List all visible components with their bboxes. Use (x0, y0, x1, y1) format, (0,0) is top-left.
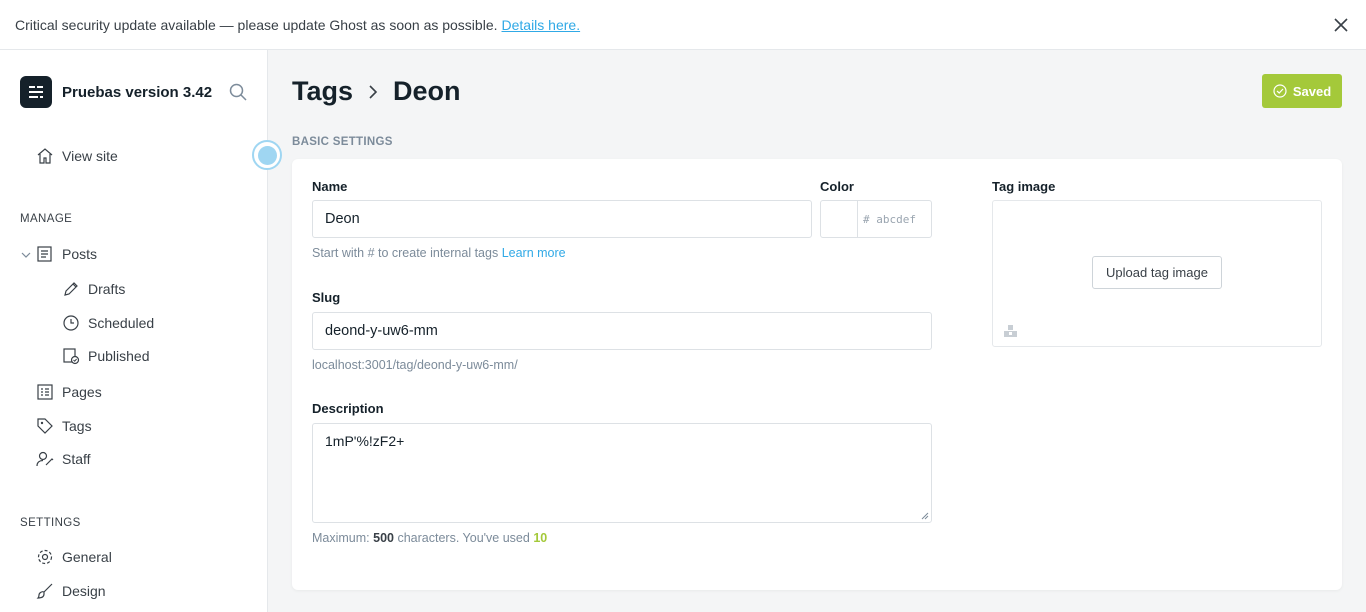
nav-drafts[interactable]: Drafts (62, 280, 125, 298)
posts-icon (37, 246, 52, 262)
description-label: Description (312, 401, 384, 416)
update-banner: Critical security update available — ple… (0, 0, 1366, 50)
chevron-right-icon (369, 84, 378, 99)
nav-label: General (62, 549, 112, 565)
learn-more-link[interactable]: Learn more (502, 246, 566, 260)
color-swatch[interactable] (821, 201, 858, 237)
color-placeholder: abcdef (876, 212, 916, 226)
nav-label: Drafts (88, 281, 126, 297)
manage-heading: MANAGE (20, 213, 73, 225)
name-label: Name (312, 179, 348, 194)
pages-icon (37, 384, 53, 400)
nav-label: Tags (62, 418, 92, 434)
nav-label: Design (62, 583, 106, 599)
clock-icon (63, 315, 79, 331)
pencil-icon (64, 282, 78, 296)
nav-label: Posts (62, 246, 98, 262)
brand[interactable]: Pruebas version 3.42 (20, 76, 212, 108)
description-textarea[interactable]: 1mP'%!zF2+ (312, 423, 932, 523)
resize-grip-icon[interactable] (921, 512, 929, 520)
check-circle-icon (1273, 84, 1287, 98)
nav-general[interactable]: General (36, 548, 112, 566)
nav-view-site[interactable]: View site (36, 147, 118, 165)
upload-tag-image-button[interactable]: Upload tag image (1092, 256, 1222, 289)
nav-tags[interactable]: Tags (36, 417, 92, 435)
color-label: Color (820, 179, 854, 194)
description-value: 1mP'%!zF2+ (325, 433, 405, 449)
site-logo-icon (20, 76, 52, 108)
banner-message: Critical security update available — ple… (15, 16, 498, 33)
name-hint: Start with # to create internal tags Lea… (312, 246, 566, 260)
saved-button[interactable]: Saved (1262, 74, 1342, 108)
name-input[interactable]: Deon (312, 200, 812, 238)
slug-url: localhost:3001/tag/deond-y-uw6-mm/ (312, 358, 518, 372)
breadcrumb-tags-link[interactable]: Tags (292, 76, 353, 107)
tag-settings-card: Name Deon Start with # to create interna… (292, 159, 1342, 590)
nav-published[interactable]: Published (62, 347, 150, 365)
nav-label: Staff (62, 451, 91, 467)
slug-label: Slug (312, 290, 341, 305)
nav-pages[interactable]: Pages (36, 383, 102, 401)
saved-label: Saved (1292, 83, 1332, 99)
color-field: # abcdef (820, 200, 932, 238)
search-icon[interactable] (228, 82, 248, 102)
section-label: BASIC SETTINGS (292, 136, 393, 148)
nav-label: Published (88, 348, 150, 364)
main-content: Tags Deon Saved BASIC SETTINGS Name Deon… (268, 50, 1366, 612)
staff-icon (36, 451, 54, 467)
tag-icon (37, 418, 53, 434)
image-placeholder-icon (1004, 325, 1017, 337)
banner-details-link[interactable]: Details here. (502, 17, 581, 33)
published-icon (63, 348, 80, 365)
tag-image-label: Tag image (992, 179, 1056, 194)
tag-image-dropzone[interactable]: Upload tag image (992, 200, 1322, 347)
sidebar: Pruebas version 3.42 View site MANAGE Po… (0, 50, 268, 612)
breadcrumb: Tags Deon (292, 76, 461, 107)
nav-staff[interactable]: Staff (36, 450, 91, 468)
nav-posts[interactable]: Posts (36, 245, 97, 263)
chevron-down-icon[interactable] (20, 249, 32, 261)
gear-icon (37, 549, 53, 565)
counter-used: 10 (533, 531, 548, 545)
character-counter: Maximum: 500 characters. You've used 10 (312, 531, 548, 545)
nav-label: Scheduled (88, 315, 155, 331)
color-hash: # (863, 212, 870, 226)
nav-scheduled[interactable]: Scheduled (62, 314, 154, 332)
close-icon[interactable] (1332, 16, 1350, 34)
home-icon (37, 148, 53, 164)
site-title: Pruebas version 3.42 (62, 83, 213, 101)
nav-label: Pages (62, 384, 102, 400)
page-title: Deon (393, 76, 461, 106)
settings-heading: SETTINGS (20, 517, 81, 529)
counter-max: 500 (373, 531, 394, 545)
nav-design[interactable]: Design (36, 582, 106, 600)
color-input[interactable]: # abcdef (858, 201, 931, 237)
nav-label: View site (62, 148, 118, 164)
slug-input[interactable]: deond-y-uw6-mm (312, 312, 932, 350)
brush-icon (36, 583, 53, 599)
